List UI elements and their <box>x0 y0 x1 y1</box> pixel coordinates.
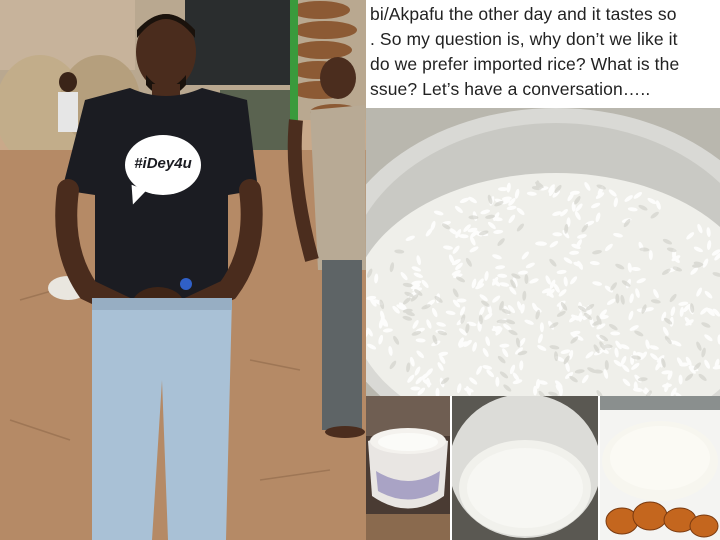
tshirt-slogan: #iDey4u <box>134 155 192 172</box>
thumbnail-row <box>366 396 720 540</box>
thumb-rice-bowl <box>452 396 598 540</box>
post-caption: bi/Akpafu the other day and it tastes so… <box>366 0 720 108</box>
rice-bowl-photo <box>366 108 720 396</box>
market-photo: #iDey4u <box>0 0 366 540</box>
caption-line-4: ssue? Let’s have a conversation….. <box>370 79 651 99</box>
caption-line-3: do we prefer imported rice? What is the <box>370 54 680 74</box>
caption-line-1: bi/Akpafu the other day and it tastes so <box>370 4 677 24</box>
market-scene <box>0 0 366 540</box>
thumb-rice-plantain <box>600 396 720 540</box>
thumb-bowl-small <box>366 396 450 540</box>
caption-line-2: . So my question is, why don’t we like i… <box>370 29 678 49</box>
rice-bowl-scene <box>366 108 720 396</box>
